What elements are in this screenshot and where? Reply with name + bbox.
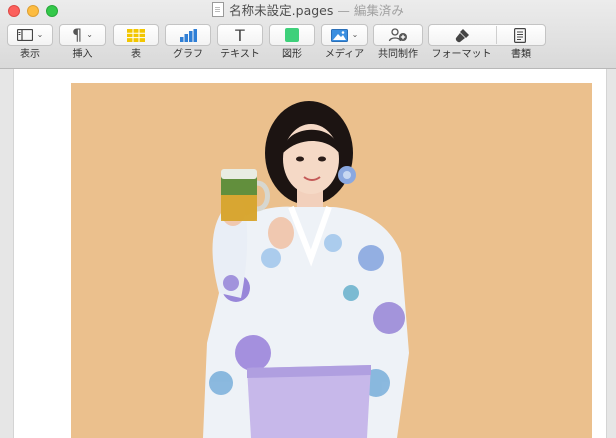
insert-label: 挿入 (72, 49, 93, 60)
window-toolbar: 名称未設定.pages — 編集済み ⌄ 表示 ¶ ⌄ 挿入 表 グラフ T テ… (0, 0, 616, 69)
sidebar-view-icon (16, 29, 33, 41)
shape-button[interactable] (269, 24, 315, 46)
collaborate-label: 共同制作 (378, 49, 418, 60)
chart-label: グラフ (173, 49, 203, 60)
view-label: 表示 (20, 49, 40, 60)
chevron-down-icon: ⌄ (36, 30, 44, 39)
document-file-icon (212, 2, 225, 17)
chevron-down-icon: ⌄ (86, 30, 93, 39)
pilcrow-icon: ¶ (72, 25, 83, 44)
shape-icon (285, 28, 299, 42)
text-button[interactable]: T (217, 24, 263, 46)
collaborate-button[interactable] (373, 24, 423, 46)
document-icon (514, 27, 527, 43)
bar-chart-icon (180, 28, 197, 42)
chevron-down-icon: ⌄ (351, 30, 359, 39)
document-name: 名称未設定.pages (229, 3, 334, 18)
media-icon (330, 28, 348, 42)
view-button[interactable]: ⌄ (7, 24, 53, 46)
table-icon (127, 28, 145, 42)
shape-label: 図形 (282, 49, 302, 60)
text-icon: T (234, 25, 246, 45)
chart-button[interactable] (165, 24, 211, 46)
insert-button[interactable]: ¶ ⌄ (59, 24, 106, 46)
document-page[interactable] (13, 69, 607, 438)
segment-divider (496, 26, 497, 44)
document-label: 書類 (511, 49, 531, 60)
format-button[interactable] (429, 25, 495, 45)
document-button[interactable] (495, 25, 545, 45)
edit-status: — 編集済み (337, 3, 404, 18)
text-label: テキスト (220, 49, 260, 60)
inspector-segmented-control (428, 24, 546, 46)
collaborate-icon (388, 28, 407, 42)
media-label: メディア (324, 49, 365, 60)
media-button[interactable]: ⌄ (321, 24, 368, 46)
format-brush-icon (456, 28, 470, 42)
format-label: フォーマット (431, 49, 492, 60)
window-title: 名称未設定.pages — 編集済み (0, 2, 616, 20)
table-label: 表 (131, 49, 141, 60)
woman-yukata-photo (203, 101, 409, 438)
table-button[interactable] (113, 24, 159, 46)
document-canvas (0, 69, 616, 438)
placed-photo[interactable] (71, 83, 592, 438)
